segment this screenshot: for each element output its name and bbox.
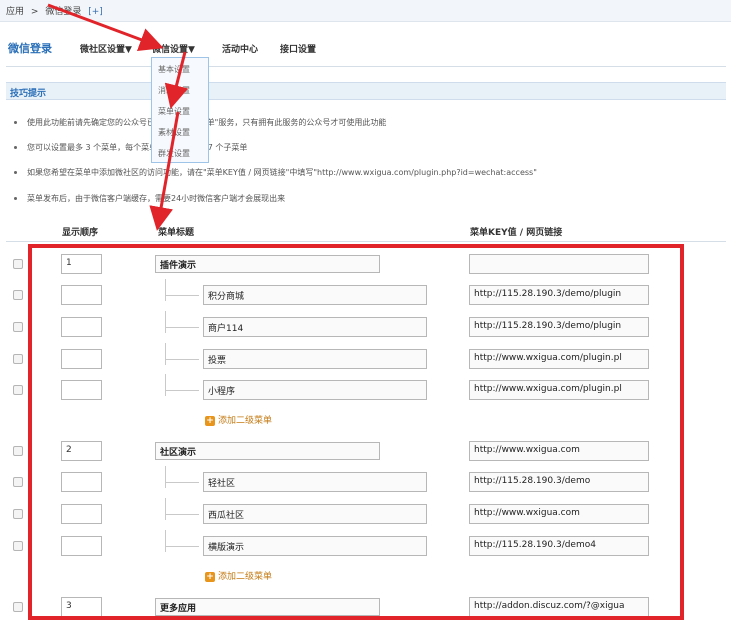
tip-line: 菜单发布后，由于微信客户端缓存，需要24小时微信客户端才会展现出来: [14, 193, 714, 204]
tips-title: 技巧提示: [10, 89, 47, 99]
row-checkbox[interactable]: [13, 354, 23, 364]
breadcrumb-add-link[interactable]: [+]: [88, 7, 103, 17]
wechat-settings-dropdown: 基本设置 消息设置 菜单设置 素材设置 群发设置: [151, 57, 209, 163]
row-checkbox[interactable]: [13, 322, 23, 332]
tip-line: 如果您希望在菜单中添加微社区的访问功能，请在"菜单KEY值 / 网页链接"中填写…: [14, 167, 714, 178]
row-checkbox[interactable]: [13, 446, 23, 456]
bullet-icon: [14, 146, 17, 149]
top-nav: 微信登录 微社区设置▼ 微信设置▼ 活动中心 接口设置: [0, 32, 731, 62]
nav-community-settings[interactable]: 微社区设置▼: [80, 42, 132, 55]
row-checkbox[interactable]: [13, 385, 23, 395]
tip-text: 您可以设置最多 3 个菜单，每个菜单可以创建最多 7 个子菜单: [27, 143, 248, 152]
dropdown-item-menu[interactable]: 菜单设置: [158, 106, 190, 117]
nav-api-settings[interactable]: 接口设置: [280, 42, 316, 55]
nav-activity-center[interactable]: 活动中心: [222, 42, 258, 55]
tip-text: 如果您希望在菜单中添加微社区的访问功能，请在"菜单KEY值 / 网页链接"中填写…: [27, 168, 537, 177]
breadcrumb-apps[interactable]: 应用: [6, 7, 24, 17]
row-checkbox[interactable]: [13, 602, 23, 612]
tip-line: 使用此功能前请先确定您的公众号已拥有"自定义菜单"服务，只有拥有此服务的公众号才…: [14, 117, 714, 128]
nav-wechat-settings[interactable]: 微信设置▼: [152, 42, 195, 55]
bullet-icon: [14, 197, 17, 200]
row-checkbox[interactable]: [13, 509, 23, 519]
bullet-icon: [14, 171, 17, 174]
breadcrumb-separator: >: [30, 7, 39, 17]
row-checkbox[interactable]: [13, 290, 23, 300]
dropdown-item-message[interactable]: 消息设置: [158, 85, 190, 96]
dropdown-item-basic[interactable]: 基本设置: [158, 64, 190, 75]
bullet-icon: [14, 121, 17, 124]
breadcrumb: 应用 > 微信登录 [+]: [0, 0, 731, 22]
row-checkbox[interactable]: [13, 477, 23, 487]
header-order: 显示顺序: [62, 228, 99, 238]
row-checkbox[interactable]: [13, 541, 23, 551]
breadcrumb-wechat-login[interactable]: 微信登录: [45, 7, 81, 17]
row-checkbox[interactable]: [13, 259, 23, 269]
header-title: 菜单标题: [158, 228, 195, 238]
tip-text: 菜单发布后，由于微信客户端缓存，需要24小时微信客户端才会展现出来: [27, 194, 286, 203]
tips-header: 技巧提示: [6, 82, 726, 100]
header-key: 菜单KEY值 / 网页链接: [470, 228, 563, 238]
menu-table-header: 显示顺序 菜单标题 菜单KEY值 / 网页链接: [6, 220, 726, 242]
tip-line: 您可以设置最多 3 个菜单，每个菜单可以创建最多 7 个子菜单: [14, 142, 714, 153]
nav-divider: [6, 66, 726, 67]
dropdown-item-broadcast[interactable]: 群发设置: [158, 148, 190, 159]
dropdown-item-material[interactable]: 素材设置: [158, 127, 190, 138]
nav-brand: 微信登录: [8, 42, 52, 55]
highlight-box: [28, 244, 684, 620]
